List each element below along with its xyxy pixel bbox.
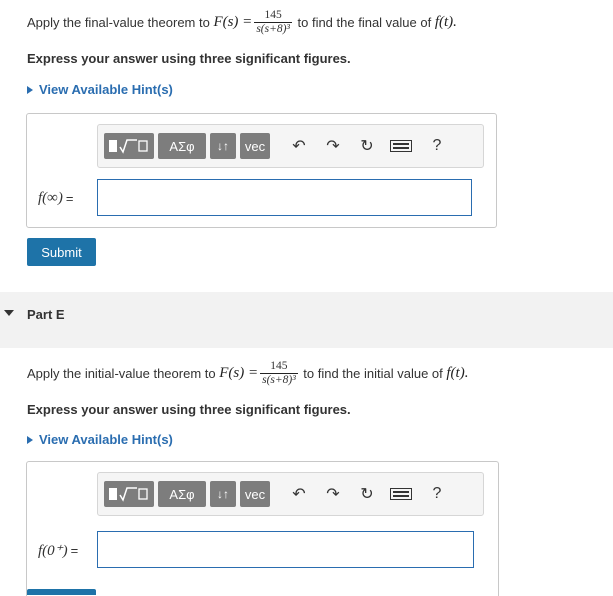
answer-equals: = [70,542,79,558]
help-icon[interactable]: ? [426,135,448,157]
keyboard-icon[interactable] [390,135,412,157]
subsuperscript-button[interactable]: ↓↑ [210,133,236,159]
question-suffix: to find the initial value of [299,365,447,381]
reset-icon[interactable]: ↻ [356,483,378,505]
question-target: f(t). [446,364,469,381]
fraction: 145 s(s+8)³ [260,360,298,386]
vector-button[interactable]: vec [240,481,270,507]
fraction-numerator: 145 [270,359,288,372]
parte-hint-link[interactable]: View Available Hint(s) [27,432,173,447]
greek-symbols-button[interactable]: ΑΣφ [158,481,206,507]
template-button[interactable] [104,481,154,507]
parte-instruction: Express your answer using three signific… [27,402,351,417]
answer-label: f(∞) = [38,186,73,210]
submit-button[interactable]: Submit [27,238,96,266]
part-e-header[interactable]: Part E [0,292,613,348]
keyboard-icon[interactable] [390,483,412,505]
help-icon[interactable]: ? [426,483,448,505]
reset-icon[interactable]: ↻ [356,135,378,157]
arrows-updown-icon: ↓↑ [217,139,229,153]
partd-instruction: Express your answer using three signific… [27,51,351,66]
fraction-denominator: s(s+8)³ [260,372,298,386]
partd-hint-link[interactable]: View Available Hint(s) [27,82,173,97]
answer-label-text: f(0⁺) [38,542,68,559]
greek-label: ΑΣφ [169,138,195,154]
submit-button-partial[interactable] [27,589,96,595]
partd-question: Apply the final-value theorem to F(s) = … [27,7,457,37]
vector-button[interactable]: vec [240,133,270,159]
answer-label: f(0⁺) = [38,538,78,562]
template-button[interactable] [104,133,154,159]
undo-icon[interactable]: ↶ [288,483,310,505]
greek-label: ΑΣφ [169,486,195,502]
fraction-denominator: s(s+8)³ [254,21,292,35]
question-prefix: Apply the initial-value theorem to [27,365,220,381]
answer-input[interactable] [97,179,472,216]
fraction-root-icon [109,487,148,502]
function-lhs: F(s) = [213,13,253,30]
question-suffix: to find the final value of [293,14,435,30]
undo-icon[interactable]: ↶ [288,135,310,157]
hint-label: View Available Hint(s) [39,82,173,97]
parte-question: Apply the initial-value theorem to F(s) … [27,357,468,389]
redo-icon[interactable]: ↷ [322,483,344,505]
hint-label: View Available Hint(s) [39,432,173,447]
help-label: ? [432,137,442,154]
parte-answer-panel: ΑΣφ ↓↑ vec ↶ ↷ ↻ ? f(0⁺) = [26,461,499,596]
answer-equals: = [65,190,74,206]
math-toolbar: ΑΣφ ↓↑ vec ↶ ↷ ↻ ? [97,124,484,168]
fraction-numerator: 145 [264,8,282,21]
caret-down-icon [4,310,14,316]
answer-label-text: f(∞) [38,189,63,206]
arrows-updown-icon: ↓↑ [217,487,229,501]
question-prefix: Apply the final-value theorem to [27,14,214,30]
greek-symbols-button[interactable]: ΑΣφ [158,133,206,159]
partd-answer-panel: ΑΣφ ↓↑ vec ↶ ↷ ↻ ? f(∞) = [26,113,497,228]
redo-icon[interactable]: ↷ [322,135,344,157]
help-label: ? [432,485,442,502]
fraction-root-icon [109,139,148,154]
caret-right-icon [27,435,33,444]
subsuperscript-button[interactable]: ↓↑ [210,481,236,507]
answer-input[interactable] [97,531,474,568]
caret-right-icon [27,85,33,94]
question-target: f(t). [434,13,457,30]
function-lhs: F(s) = [219,364,259,381]
vec-label: vec [244,138,266,154]
part-e-title: Part E [27,307,65,322]
math-toolbar: ΑΣφ ↓↑ vec ↶ ↷ ↻ ? [97,472,484,516]
submit-label: Submit [41,244,82,260]
fraction: 145 s(s+8)³ [254,9,292,35]
vec-label: vec [244,486,266,502]
